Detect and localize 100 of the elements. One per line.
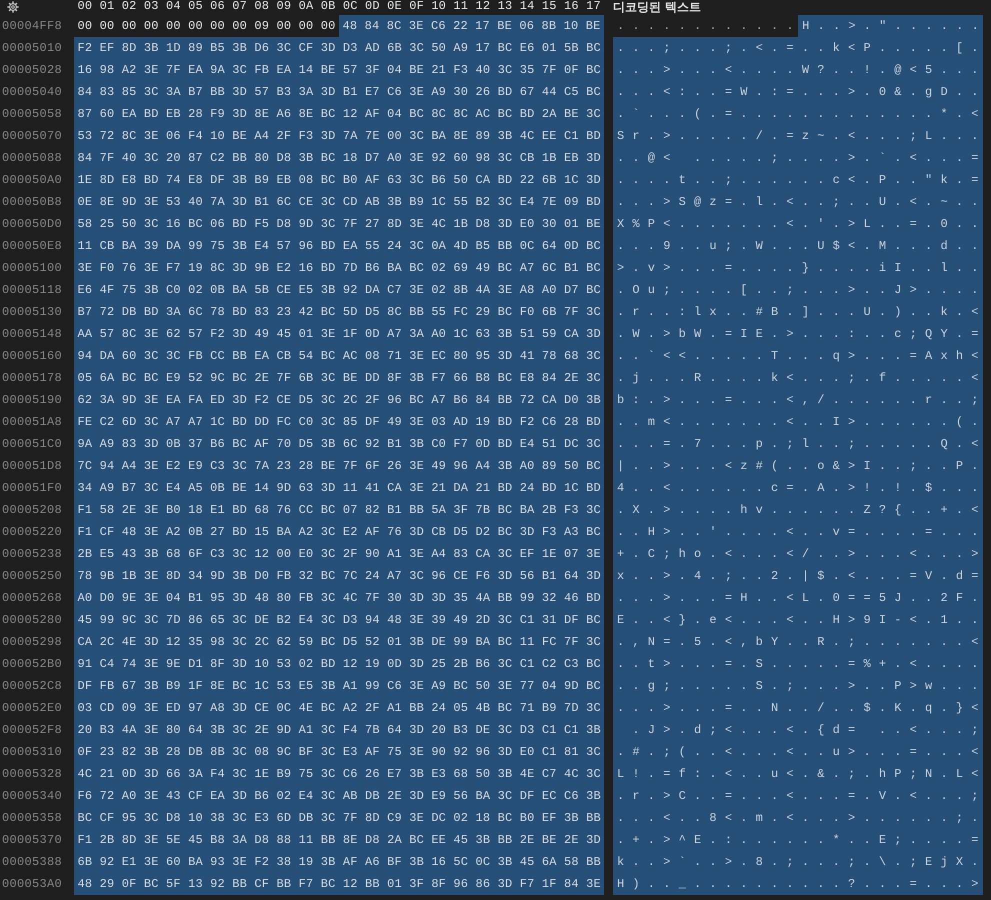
hex-bytes: 9A A9 83 3D 0B 37 B6 BC AF 70 D5 3B 6C 92 B1 3B C0 F7 0D BD E4 51 DC 3C <box>74 433 604 455</box>
row-offset: 000050B8 <box>2 194 62 210</box>
row-offset: 000052C8 <box>2 678 62 694</box>
decoded-text-title: 디코딩된 텍스트 <box>613 0 702 14</box>
hex-bytes: 4C 21 0D 3D 66 3A F4 3C 1E B9 75 3C C6 26 E7 3B E3 68 50 3B 4E C7 4C 3C <box>74 763 604 785</box>
decoded-text: . . . < . . 8 < . m . < . . . > . . . . . . ; . <box>613 807 983 829</box>
decoded-text: . . . > S @ z = . l . < . . ; . . U . < . ~ . . <box>613 191 983 213</box>
hex-bytes: FE C2 6D 3C A7 A7 1C BD DD FC C0 3C 85 DF 49 3E 03 AD 19 BD F2 C6 28 BD <box>74 411 604 433</box>
row-offset: 000050D0 <box>2 216 62 232</box>
row-offset: 00005160 <box>2 348 62 364</box>
row-offset: 00005190 <box>2 392 62 408</box>
row-offset: 000051C0 <box>2 436 62 452</box>
settings-icon[interactable] <box>7 1 19 13</box>
column-header: 00 01 02 03 04 05 06 07 08 09 0A 0B 0C 0D 0E 0F 10 11 12 13 14 15 16 17 <box>78 0 601 13</box>
decoded-text: . . ` < < . . . . . T . . . q > . . . = A x h < <box>613 345 983 367</box>
row-offset: 00005208 <box>2 502 62 518</box>
row-offset: 00005268 <box>2 590 62 606</box>
decoded-text: . . . . t . . ; . . . . . . c < . P . . " k . = <box>613 169 983 191</box>
hex-bytes: 0E 8E 9D 3E 53 40 7A 3D B1 6C CE 3C CD AB 3B B9 1C 55 B2 3C E4 7E 09 BD <box>74 191 604 213</box>
hex-bytes: F1 CF 48 3E A2 0B 27 BD 15 BA A2 3C E2 AF 76 3D CB D5 D2 BC 3D F3 A3 BC <box>74 521 604 543</box>
decoded-text: k . . > ` . . > . 8 . ; . . . ; . \ . ; E j X . <box>613 851 983 873</box>
row-offset: 00005100 <box>2 260 62 276</box>
hex-bytes: F1 58 2E 3E B0 18 E1 BD 68 76 CC BC 07 82 B1 BB 5A 3F 7B BC BA 2B F3 3C <box>74 499 604 521</box>
row-offset: 000051F0 <box>2 480 62 496</box>
hex-bytes: A0 D0 9E 3E 04 B1 95 3D 48 80 FB 3C 4C 7F 30 3D 3D 35 4A BB 99 32 46 BD <box>74 587 604 609</box>
row-offset: 00005310 <box>2 744 62 760</box>
hex-bytes: 48 84 8C 3E C6 22 17 BE 06 8B 10 BE <box>339 15 604 37</box>
decoded-text: . . . > . . . = . . N . . / . . $ . K . q . } < <box>613 697 983 719</box>
row-offset: 000052B0 <box>2 656 62 672</box>
hex-bytes: 1E 8D E8 BD 74 E8 DF 3B B9 EB 08 BC B0 AF 63 3C B6 50 CA BD 22 6B 1C 3D <box>74 169 604 191</box>
hex-bytes: F1 2B 8D 3E 5E 45 B8 3A D8 88 11 BB 8E D8 2A BC EE 45 3B BB 2E BE 2E 3D <box>74 829 604 851</box>
hex-bytes: 84 83 85 3C 3A B7 BB 3D 57 B3 3A 3D B1 E7 C6 3E A9 30 26 BD 67 44 C5 BC <box>74 81 604 103</box>
decoded-text: H . . > . " . . . . . . <box>798 15 984 37</box>
hex-bytes: 11 CB BA 39 DA 99 75 3B E4 57 96 BD EA 55 24 3C 0A 4D B5 BB 0C 64 0D BC <box>74 235 604 257</box>
hex-bytes: 05 6A BC BC E9 52 9C BC 2E 7F 6B 3C BE DD 8F 3B F7 66 B8 BC E8 84 2E 3C <box>74 367 604 389</box>
decoded-text: + . C ; h o . < . . . < / . . > . . . < . . . > <box>613 543 983 565</box>
hex-bytes: 34 A9 B7 3C E4 A5 0B BE 14 9D 63 3D 11 41 CA 3E 21 DA 21 BD 24 BD 1C BD <box>74 477 604 499</box>
decoded-text: L ! . = f : . < . . u < . & . ; . h P ; N . L < <box>613 763 983 785</box>
hex-bytes: 62 3A 9D 3E EA FA ED 3D F2 CE D5 3C 2C 2F 96 BC A7 B6 84 BB 72 CA D0 3B <box>74 389 604 411</box>
hex-bytes: 87 60 EA BD EB 28 F9 3D 8E A6 8E BC 12 AF 04 BC 8C 8C AC BC BD 2A BE 3C <box>74 103 604 125</box>
hex-bytes: F6 72 A0 3E 43 CF EA 3D B6 02 E4 3C AB DB 2E 3D E9 56 BA 3C DF EC C6 3B <box>74 785 604 807</box>
row-offset: 00005340 <box>2 788 62 804</box>
hex-bytes: 78 9B 1B 3E 8D 34 9D 3B D0 FB 32 BC 7C 24 A7 3C 96 CE F6 3D 56 B1 64 3D <box>74 565 604 587</box>
row-offset: 00004FF8 <box>2 18 62 34</box>
decoded-text: x . . > . 4 . ; . . 2 . | $ . < . . . = V . d = <box>613 565 983 587</box>
hex-bytes: 0F 23 82 3B 28 DB 8B 3C 08 9C BF 3C E3 AF 75 3E 90 92 96 3D E0 C1 81 3C <box>74 741 604 763</box>
decoded-text: > . v > . . . = . . . . } . . . . i I . . l . . <box>613 257 983 279</box>
decoded-text: . O u ; . . . . [ . . ; . . . > . . J > . . . . <box>613 279 983 301</box>
hex-bytes: 94 DA 60 3C 3C FB CC BB EA CB 54 BC AC 08 71 3E EC 80 95 3D 41 78 68 3C <box>74 345 604 367</box>
decoded-text: . # . ; ( . . < . . . < . . u > . . . = . . . < <box>613 741 983 763</box>
row-offset: 00005220 <box>2 524 62 540</box>
decoded-text: . . H > . . ' . . . . < . . v = . . . . = . . . <box>613 521 983 543</box>
row-offset: 00005130 <box>2 304 62 320</box>
row-offset: 00005250 <box>2 568 62 584</box>
row-offset: 00005280 <box>2 612 62 628</box>
hex-bytes: 6B 92 E1 3E 60 BA 93 3E F2 38 19 3B AF A6 BF 3B 16 5C 0C 3B 45 6A 58 BB <box>74 851 604 873</box>
hex-bytes: 53 72 8C 3E 06 F4 10 BE A4 2F F3 3D 7A 7E 00 3C BA 8E 89 3B 4C EE C1 BD <box>74 125 604 147</box>
hex-bytes: 58 25 50 3C 16 BC 06 BD F5 D8 9D 3C 7F 27 8D 3E 4C 1B D8 3D E0 30 01 BE <box>74 213 604 235</box>
row-offset: 000050E8 <box>2 238 62 254</box>
decoded-text: . X . > . . . . h v . . . . . . Z ? { . . + . < <box>613 499 983 521</box>
decoded-text: . j . . . R . . . . k < . . . ; . f . . . . . < <box>613 367 983 389</box>
decoded-text: X % P < . . . . . . . < . ' . > L . . = . 0 . . <box>613 213 983 235</box>
row-offset: 00005298 <box>2 634 62 650</box>
hex-bytes: 84 7F 40 3C 20 87 C2 BB 80 D8 3B BC 18 D7 A0 3E 92 60 98 3C CB 1B EB 3D <box>74 147 604 169</box>
row-offset: 00005058 <box>2 106 62 122</box>
hex-bytes: F2 EF 8D 3B 1D 89 B5 3B D6 3C CF 3D D3 AD 6B 3C 50 A9 17 BC E6 01 5B BC <box>74 37 604 59</box>
row-offset: 00005070 <box>2 128 62 144</box>
decoded-text: S r . > . . . . . / . = z ~ . < . . . ; L . . . <box>613 125 983 147</box>
decoded-text: . , N = . 5 . < , b Y . . R . ; . . . . . . . < <box>613 631 983 653</box>
decoded-text: . r . > C . . = . . . < . . . = . V . < . . . ; <box>613 785 983 807</box>
row-offset: 00005238 <box>2 546 62 562</box>
decoded-text: . ` . . . ( . = . . . . . . . . . . . . . * . < <box>613 103 983 125</box>
decoded-text: 4 . . < . . . . . . c = . A . > ! . ! . $ . . . <box>613 477 983 499</box>
row-offset: 000052E0 <box>2 700 62 716</box>
row-offset: 00005178 <box>2 370 62 386</box>
decoded-text: . . . > . . . = H . . < L . 0 = = 5 J . . 2 F . <box>613 587 983 609</box>
hex-bytes: DF FB 67 3B B9 1F 8E BC 1C 53 E5 3B A1 99 C6 3E A9 BC 50 3E 77 04 9D BC <box>74 675 604 697</box>
row-offset: 00005040 <box>2 84 62 100</box>
row-offset: 00005088 <box>2 150 62 166</box>
row-offset: 00005028 <box>2 62 62 78</box>
hex-bytes: 03 CD 09 3E ED 97 A8 3D CE 0C 4E BC A2 2F A1 BB 24 05 4B BC 71 B9 7D 3C <box>74 697 604 719</box>
decoded-text: . . . > . . . < . . . . W ? . . ! . @ < 5 . . . <box>613 59 983 81</box>
decoded-text: . . @ < . . . . . ; . . . . > . ` . < . . . = <box>613 147 983 169</box>
decoded-text: E . . < } . e < . . . < . . H > 9 I - < . 1 . . <box>613 609 983 631</box>
row-offset: 00005118 <box>2 282 62 298</box>
row-offset: 000052F8 <box>2 722 62 738</box>
decoded-text: . + . > ^ E . : . . . . . . * . . E ; . . . . = <box>613 829 983 851</box>
decoded-text: . . g ; . . . . . S . ; . . . > . . P > w . . . <box>613 675 983 697</box>
hex-bytes: 00 00 00 00 00 00 00 00 09 00 00 00 <box>76 18 336 35</box>
row-offset: 00005148 <box>2 326 62 342</box>
row-offset: 000051D8 <box>2 458 62 474</box>
hex-bytes: 45 99 9C 3C 7D 86 65 3C DE B2 E4 3C D3 94 48 3E 39 49 2D 3C C1 31 DF BC <box>74 609 604 631</box>
hex-bytes: 91 C4 74 3E 9E D1 8F 3D 10 53 02 BD 12 19 0D 3D 25 2B B6 3C C1 C2 C3 BC <box>74 653 604 675</box>
row-offset: 00005370 <box>2 832 62 848</box>
row-offset: 000053A0 <box>2 876 62 892</box>
decoded-text: . . . < : . . = W . : = . . . > . 0 & . g D . . <box>613 81 983 103</box>
decoded-text: . . . ; . . . ; . < . = . . k < P . . . . . [ . <box>613 37 983 59</box>
decoded-text: . r . . : l x . . # B . ] . . . U . ) . . k . < <box>613 301 983 323</box>
decoded-text: . . . . . . . . . . . . <box>616 18 796 35</box>
decoded-text: . . t > . . . = . S . . . . . = % + . < . . . . <box>613 653 983 675</box>
